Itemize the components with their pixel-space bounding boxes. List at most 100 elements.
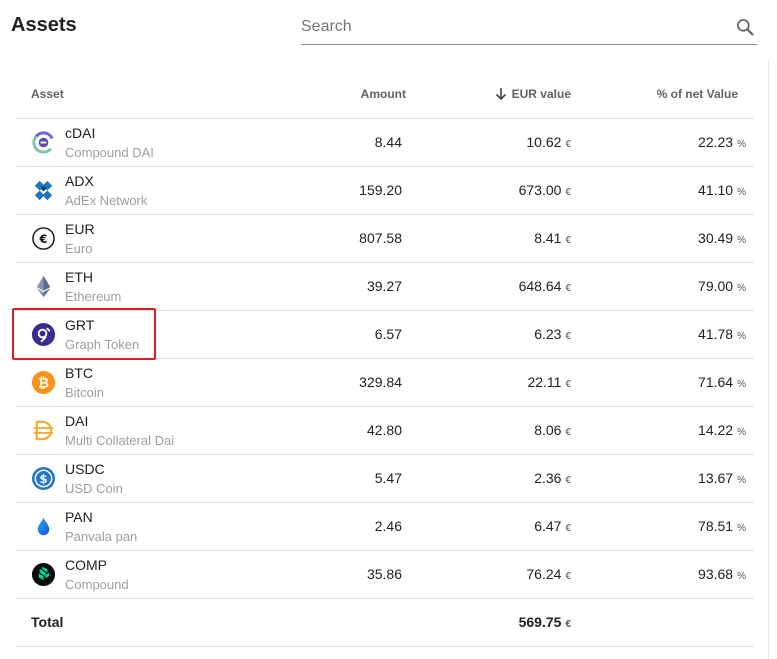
total-row: Total 569.75 €	[15, 599, 754, 647]
asset-percent: 79.00%	[698, 278, 746, 294]
asset-symbol: BTC	[65, 365, 93, 381]
search-field[interactable]	[301, 12, 757, 45]
asset-percent: 93.68%	[698, 566, 746, 582]
graph-token-icon	[31, 322, 56, 347]
asset-amount: 2.46	[374, 518, 402, 534]
asset-symbol: DAI	[65, 413, 89, 429]
table-row-grt[interactable]: GRT Graph Token 6.57 6.23 € 41.78%	[15, 311, 754, 359]
asset-eur-value: 76.24 €	[526, 566, 571, 582]
search-icon[interactable]	[735, 17, 755, 37]
asset-amount: 5.47	[374, 470, 402, 486]
table-row-eur[interactable]: € EUR Euro 807.58 8.41 € 30.49%	[15, 215, 754, 263]
search-input[interactable]	[301, 12, 721, 42]
table-row-btc[interactable]: ₿ BTC Bitcoin 329.84 22.11 € 71.64%	[15, 359, 754, 407]
panvala-icon	[31, 514, 56, 539]
asset-eur-value: 8.41 €	[534, 230, 571, 246]
asset-percent: 41.78%	[698, 326, 746, 342]
table-row-adx[interactable]: ADX AdEx Network 159.20 673.00 € 41.10%	[15, 167, 754, 215]
table-header: Asset Amount EUR value % of net Value	[15, 70, 754, 119]
compound-icon	[31, 562, 56, 587]
column-header-eur-label: EUR value	[511, 87, 571, 101]
currency-unit: €	[565, 331, 571, 342]
column-header-asset[interactable]: Asset	[31, 87, 64, 101]
column-header-amount[interactable]: Amount	[361, 87, 406, 101]
asset-symbol: USDC	[65, 461, 105, 477]
table-row-cdai[interactable]: cDAI Compound DAI 8.44 10.62 € 22.23%	[15, 119, 754, 167]
table-row-dai[interactable]: DAI Multi Collateral Dai 42.80 8.06 € 14.…	[15, 407, 754, 455]
currency-unit: €	[565, 139, 571, 150]
currency-unit: €	[565, 619, 571, 630]
percent-unit: %	[737, 523, 746, 534]
table-row-pan[interactable]: PAN Panvala pan 2.46 6.47 € 78.51%	[15, 503, 754, 551]
asset-amount: 159.20	[359, 182, 402, 198]
asset-symbol: PAN	[65, 509, 93, 525]
asset-eur-value: 2.36 €	[534, 470, 571, 486]
asset-name: Ethereum	[65, 289, 122, 304]
page-header: Assets	[0, 0, 777, 60]
asset-eur-value: 648.64 €	[518, 278, 571, 294]
asset-symbol: ETH	[65, 269, 93, 285]
scrollbar-track[interactable]	[768, 60, 769, 659]
percent-unit: %	[737, 139, 746, 150]
asset-amount: 329.84	[359, 374, 402, 390]
asset-name: Compound	[65, 577, 129, 592]
asset-eur-value: 673.00 €	[518, 182, 571, 198]
asset-percent: 71.64%	[698, 374, 746, 390]
currency-unit: €	[565, 235, 571, 246]
percent-unit: %	[737, 331, 746, 342]
total-eur-value: 569.75 €	[518, 614, 571, 630]
currency-unit: €	[565, 427, 571, 438]
asset-symbol: EUR	[65, 221, 95, 237]
ethereum-icon	[31, 274, 56, 299]
asset-eur-value: 22.11 €	[527, 374, 571, 390]
percent-unit: %	[737, 379, 746, 390]
asset-eur-value: 10.62 €	[526, 134, 571, 150]
svg-text:₿: ₿	[38, 376, 49, 391]
asset-amount: 8.44	[374, 134, 402, 150]
table-row-usdc[interactable]: $ USDC USD Coin 5.47 2.36 € 13.67%	[15, 455, 754, 503]
asset-amount: 35.86	[366, 566, 402, 582]
percent-unit: %	[737, 235, 746, 246]
percent-unit: %	[737, 475, 746, 486]
asset-eur-value: 8.06 €	[534, 422, 571, 438]
currency-unit: €	[565, 187, 571, 198]
currency-unit: €	[565, 379, 571, 390]
cdai-icon	[31, 130, 56, 155]
column-header-percent[interactable]: % of net Value	[657, 87, 738, 101]
asset-name: Panvala pan	[65, 529, 138, 544]
asset-eur-value: 6.47 €	[534, 518, 571, 534]
asset-symbol: COMP	[65, 557, 107, 573]
usdc-icon: $	[31, 466, 56, 491]
percent-unit: %	[737, 283, 746, 294]
sort-descending-icon	[495, 88, 506, 101]
asset-symbol: cDAI	[65, 125, 96, 141]
table-row-eth[interactable]: ETH Ethereum 39.27 648.64 € 79.00%	[15, 263, 754, 311]
asset-amount: 807.58	[359, 230, 402, 246]
svg-text:€: €	[38, 232, 47, 246]
asset-percent: 41.10%	[698, 182, 746, 198]
page-title: Assets	[11, 14, 77, 36]
dai-icon	[31, 418, 56, 443]
asset-name: Compound DAI	[65, 145, 154, 160]
asset-percent: 14.22%	[698, 422, 746, 438]
euro-icon: €	[31, 226, 56, 251]
currency-unit: €	[565, 523, 571, 534]
column-header-eur-value[interactable]: EUR value	[495, 87, 571, 101]
percent-unit: %	[737, 427, 746, 438]
table-row-comp[interactable]: COMP Compound 35.86 76.24 € 93.68%	[15, 551, 754, 599]
svg-text:$: $	[39, 472, 47, 486]
currency-unit: €	[565, 475, 571, 486]
asset-amount: 42.80	[366, 422, 402, 438]
asset-symbol: ADX	[65, 173, 94, 189]
asset-name: Bitcoin	[65, 385, 105, 400]
asset-name: Multi Collateral Dai	[65, 433, 175, 448]
asset-percent: 78.51%	[698, 518, 746, 534]
asset-eur-value: 6.23 €	[534, 326, 571, 342]
asset-percent: 22.23%	[698, 134, 746, 150]
asset-amount: 39.27	[366, 278, 402, 294]
total-label: Total	[31, 614, 64, 630]
currency-unit: €	[565, 283, 571, 294]
asset-name: USD Coin	[65, 481, 123, 496]
asset-percent: 13.67%	[698, 470, 746, 486]
asset-name: Graph Token	[65, 337, 140, 352]
